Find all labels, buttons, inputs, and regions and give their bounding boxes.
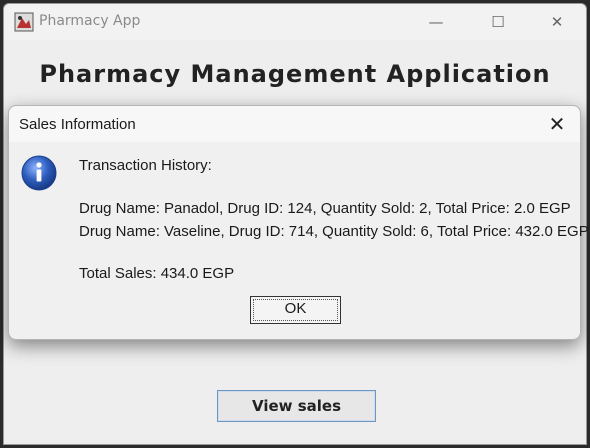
sales-information-dialog: Sales Information ✕ Transaction History:… [8,105,589,340]
dialog-title: Sales Information [19,116,136,133]
transaction-line: Drug Name: Panadol, Drug ID: 124, Quanti… [79,200,571,217]
dialog-close-button[interactable]: ✕ [542,110,572,138]
main-titlebar[interactable]: Pharmacy App — ☐ ✕ [4,4,586,40]
ok-button[interactable]: OK [250,296,341,324]
transaction-history-label: Transaction History: [79,157,212,174]
app-icon [14,12,34,32]
info-icon [20,154,58,192]
transaction-line: Drug Name: Vaseline, Drug ID: 714, Quant… [79,223,589,240]
close-button[interactable]: ✕ [534,8,580,36]
minimize-button[interactable]: — [413,8,459,36]
page-title: Pharmacy Management Application [39,60,551,88]
view-sales-button[interactable]: View sales [217,390,376,422]
ok-button-label: OK [284,300,307,317]
dialog-titlebar[interactable]: Sales Information ✕ [9,106,580,142]
total-sales-text: Total Sales: 434.0 EGP [79,265,235,282]
window-title: Pharmacy App [39,13,141,29]
maximize-button[interactable]: ☐ [475,8,521,36]
